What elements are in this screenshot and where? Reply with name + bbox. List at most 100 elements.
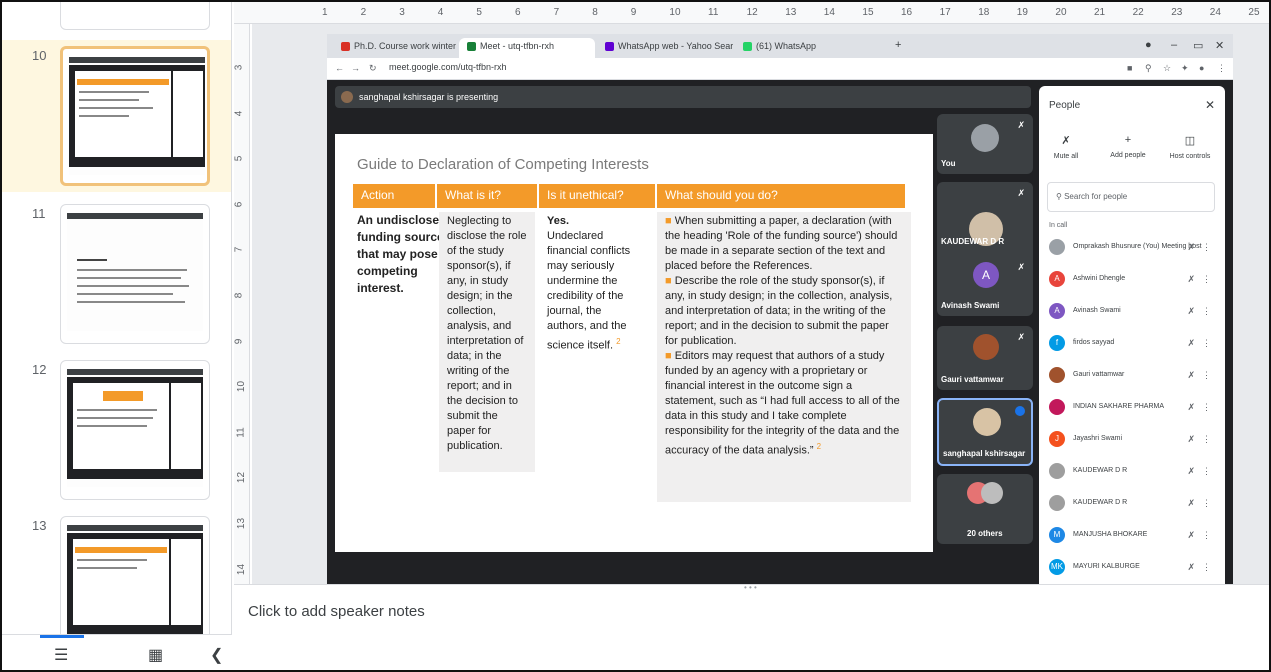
meet-window: sanghapal kshirsagar is presenting Guide… bbox=[327, 80, 1233, 602]
header-what: What is it? bbox=[445, 188, 502, 202]
more-options-icon: ⋮ bbox=[1202, 242, 1211, 252]
ruler-mark: 10 bbox=[669, 7, 681, 18]
restore-icon: ▭ bbox=[1193, 40, 1204, 52]
ruler-mark: 11 bbox=[708, 7, 719, 18]
participant-name: Ashwini Dhengle bbox=[1073, 275, 1126, 282]
mic-off-icon: ✗ bbox=[1017, 188, 1025, 198]
ruler-mark: 24 bbox=[1209, 7, 1221, 18]
participant-avatar bbox=[973, 334, 999, 360]
cell-action: An undisclosed funding source that may p… bbox=[357, 213, 448, 295]
header-unethical: Is it unethical? bbox=[547, 188, 624, 202]
ruler-mark: 7 bbox=[233, 247, 245, 253]
participant-row: A Ashwini Dhengle ✗ ⋮ bbox=[1047, 268, 1217, 292]
participant-avatar bbox=[1049, 463, 1065, 479]
slide-number: 10 bbox=[32, 48, 47, 63]
mic-off-icon: ✗ bbox=[1187, 498, 1195, 508]
more-options-icon: ⋮ bbox=[1202, 306, 1211, 316]
star-icon: ☆ bbox=[1163, 63, 1172, 73]
in-call-label: In call bbox=[1049, 222, 1068, 229]
ruler-mark: 3 bbox=[399, 7, 405, 18]
collapse-panel-icon[interactable]: ❮ bbox=[210, 645, 223, 665]
filmstrip-view-icon[interactable]: ☰ bbox=[54, 645, 68, 665]
toggle-icon: ◫ bbox=[1184, 135, 1196, 147]
ruler-mark: 13 bbox=[785, 7, 797, 18]
ruler-mark: 14 bbox=[823, 7, 835, 18]
participant-row: J Jayashri Swami ✗ ⋮ bbox=[1047, 428, 1217, 452]
ruler-mark: 4 bbox=[437, 7, 444, 18]
whatsapp-icon bbox=[743, 42, 752, 52]
menu-icon: ⋮ bbox=[1217, 63, 1226, 73]
browser-tab: Ph.D. Course work winter - AY-2 bbox=[333, 38, 457, 58]
mic-off-icon: ✗ bbox=[1187, 306, 1195, 316]
ruler-mark: 20 bbox=[1055, 7, 1067, 18]
slide-row-13[interactable]: 13 bbox=[2, 512, 231, 634]
vertical-ruler: 3 4 5 6 7 8 9 10 11 12 13 14 bbox=[233, 24, 250, 584]
participant-row: KAUDEWAR D R ✗ ⋮ bbox=[1047, 460, 1217, 484]
participant-row: M MANJUSHA BHOKARE ✗ ⋮ bbox=[1047, 524, 1217, 548]
more-options-icon: ⋮ bbox=[1202, 562, 1211, 572]
participant-name: MAYURI KALBURGE bbox=[1073, 563, 1140, 570]
browser-tab-bar: Ph.D. Course work winter - AY-2 Meet - u… bbox=[327, 34, 1233, 58]
browser-tab: WhatsApp web - Yahoo Search R bbox=[597, 38, 733, 58]
slide-thumbnail[interactable] bbox=[60, 2, 210, 30]
more-options-icon: ⋮ bbox=[1202, 466, 1211, 476]
grid-view-icon[interactable]: ▦ bbox=[148, 645, 163, 665]
extensions-icon: ✦ bbox=[1181, 63, 1189, 73]
slide-row-9[interactable] bbox=[2, 2, 231, 32]
ruler-mark: 5 bbox=[233, 155, 245, 162]
participant-avatar bbox=[1049, 399, 1065, 415]
do-item: ■ Describe the role of the study sponsor… bbox=[665, 275, 893, 347]
participant-avatar bbox=[973, 408, 1001, 436]
more-options-icon: ⋮ bbox=[1202, 498, 1211, 508]
slide-filmstrip: 10 11 12 13 bbox=[2, 2, 232, 634]
ruler-mark: 18 bbox=[978, 7, 990, 18]
ruler-mark: 14 bbox=[236, 563, 248, 575]
new-tab-icon: + bbox=[895, 39, 902, 51]
participant-avatar: A bbox=[1049, 303, 1065, 319]
add-people-control: + Add people bbox=[1103, 134, 1153, 159]
forward-icon: → bbox=[351, 63, 360, 73]
slide-thumbnail[interactable] bbox=[60, 46, 210, 186]
ruler-mark: 13 bbox=[236, 517, 248, 530]
participant-name: KAUDEWAR D R bbox=[1073, 467, 1128, 474]
slide-row-11[interactable]: 11 bbox=[2, 200, 231, 352]
participant-tile: ✗ You bbox=[937, 114, 1033, 174]
browser-address-bar: ← → ↻ meet.google.com/utq-tfbn-rxh ■ ⚲ ☆… bbox=[327, 58, 1233, 80]
speaker-notes-placeholder[interactable]: Click to add speaker notes bbox=[248, 603, 425, 620]
ruler-mark: 25 bbox=[1248, 7, 1260, 18]
slide-canvas[interactable]: Ph.D. Course work winter - AY-2 Meet - u… bbox=[252, 24, 1269, 602]
view-indicator bbox=[40, 635, 84, 638]
slide-thumbnail[interactable] bbox=[60, 516, 210, 634]
slide-row-12[interactable]: 12 bbox=[2, 356, 231, 508]
ruler-mark: 11 bbox=[235, 427, 247, 438]
mic-off-icon: ✗ bbox=[1061, 135, 1071, 147]
participant-avatar: J bbox=[1049, 431, 1065, 447]
mic-off-icon: ✗ bbox=[1187, 242, 1195, 252]
participant-row: f firdos sayyad ✗ ⋮ bbox=[1047, 332, 1217, 356]
close-icon: ✕ bbox=[1204, 98, 1215, 112]
profile-icon: ● bbox=[1199, 63, 1205, 73]
slide-thumbnail[interactable] bbox=[60, 204, 210, 344]
speaker-notes[interactable]: • • • Click to add speaker notes bbox=[234, 583, 1269, 670]
more-options-icon: ⋮ bbox=[1202, 370, 1211, 380]
shared-slide: Guide to Declaration of Competing Intere… bbox=[335, 134, 933, 552]
slide-row-10[interactable]: 10 bbox=[2, 40, 231, 192]
browser-screenshot: Ph.D. Course work winter - AY-2 Meet - u… bbox=[327, 34, 1233, 602]
participant-name: INDIAN SAKHARE PHARMA bbox=[1073, 403, 1165, 410]
yahoo-icon bbox=[605, 42, 614, 52]
more-options-icon: ⋮ bbox=[1202, 274, 1211, 284]
table-header: Action What is it? Is it unethical? What… bbox=[353, 184, 905, 208]
participant-avatar bbox=[1049, 239, 1065, 255]
gmail-icon bbox=[341, 42, 350, 52]
mic-off-icon: ✗ bbox=[1187, 562, 1195, 572]
ruler-mark: 9 bbox=[630, 7, 637, 18]
resize-handle[interactable]: • • • bbox=[744, 583, 757, 592]
mic-off-icon: ✗ bbox=[1017, 262, 1025, 272]
ruler-mark: 16 bbox=[901, 7, 913, 18]
more-options-icon: ⋮ bbox=[1202, 434, 1211, 444]
more-options-icon: ⋮ bbox=[1202, 530, 1211, 540]
shared-slide-title: Guide to Declaration of Competing Intere… bbox=[357, 156, 649, 173]
participant-avatar: M bbox=[1049, 527, 1065, 543]
minimize-icon: – bbox=[1171, 39, 1178, 51]
slide-thumbnail[interactable] bbox=[60, 360, 210, 500]
